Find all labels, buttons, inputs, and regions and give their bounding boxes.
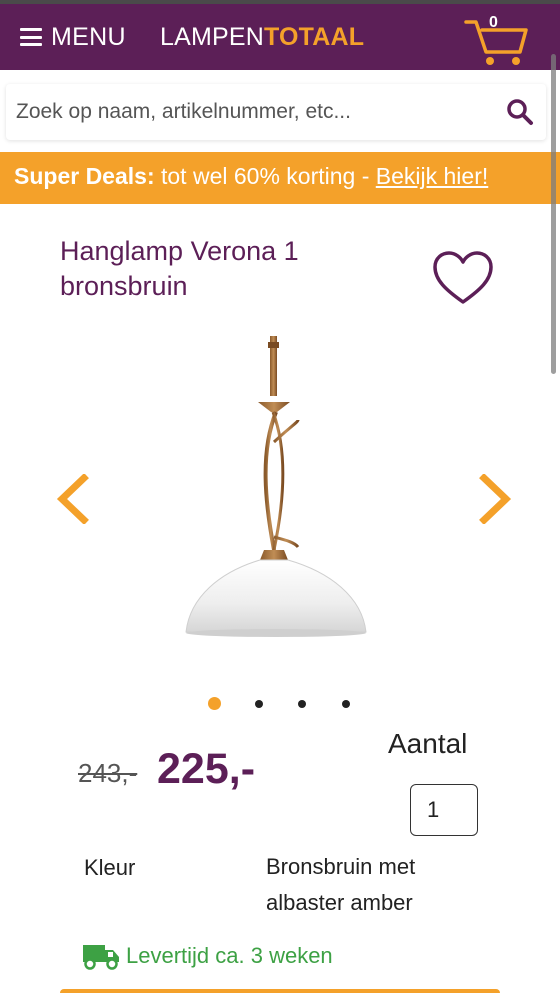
product-image: [185, 336, 367, 637]
delivery-info: Levertijd ca. 3 weken: [82, 942, 333, 970]
old-price: 243,-: [78, 758, 138, 788]
color-label: Kleur: [84, 855, 136, 880]
menu-label: MENU: [51, 22, 126, 51]
gallery-dot-1[interactable]: [208, 697, 221, 710]
chevron-left-icon[interactable]: [52, 474, 92, 524]
search-icon[interactable]: [504, 96, 536, 128]
gallery-dot-2[interactable]: [255, 700, 263, 708]
chevron-right-icon[interactable]: [476, 474, 516, 524]
hamburger-icon: [20, 28, 42, 46]
deals-text: tot wel 60% korting -: [154, 163, 376, 189]
deals-link[interactable]: Bekijk hier!: [376, 163, 488, 189]
search-bar: [0, 70, 560, 152]
logo-part-1: LAMPEN: [160, 23, 265, 51]
site-logo[interactable]: LAMPENTOTAAL: [160, 23, 364, 52]
heart-icon[interactable]: [432, 250, 494, 306]
current-price: 225,-: [157, 745, 256, 793]
color-value: Bronsbruin met albaster amber: [266, 854, 416, 915]
gallery-pagination: [206, 697, 356, 711]
quantity-input[interactable]: [410, 784, 478, 836]
site-header: MENU LAMPENTOTAAL 0: [0, 4, 560, 70]
deals-title: Super Deals:: [14, 163, 155, 189]
cart-count: 0: [489, 14, 498, 31]
logo-part-2: TOTAAL: [264, 23, 365, 51]
quantity-label: Aantal: [388, 728, 468, 759]
cart-button[interactable]: 0: [462, 12, 532, 68]
scrollbar[interactable]: [551, 54, 556, 374]
product-title: Hanglamp Verona 1 bronsbruin: [60, 236, 299, 301]
gallery-dot-4[interactable]: [342, 700, 350, 708]
truck-icon: [83, 945, 119, 970]
super-deals-banner: Super Deals: tot wel 60% korting - Bekij…: [0, 152, 560, 204]
menu-button[interactable]: MENU: [20, 22, 126, 52]
add-to-cart-button[interactable]: [60, 989, 500, 993]
gallery-dot-3[interactable]: [298, 700, 306, 708]
search-box: [6, 84, 546, 140]
delivery-time: Levertijd ca. 3 weken: [126, 943, 333, 968]
search-input[interactable]: [16, 94, 486, 130]
